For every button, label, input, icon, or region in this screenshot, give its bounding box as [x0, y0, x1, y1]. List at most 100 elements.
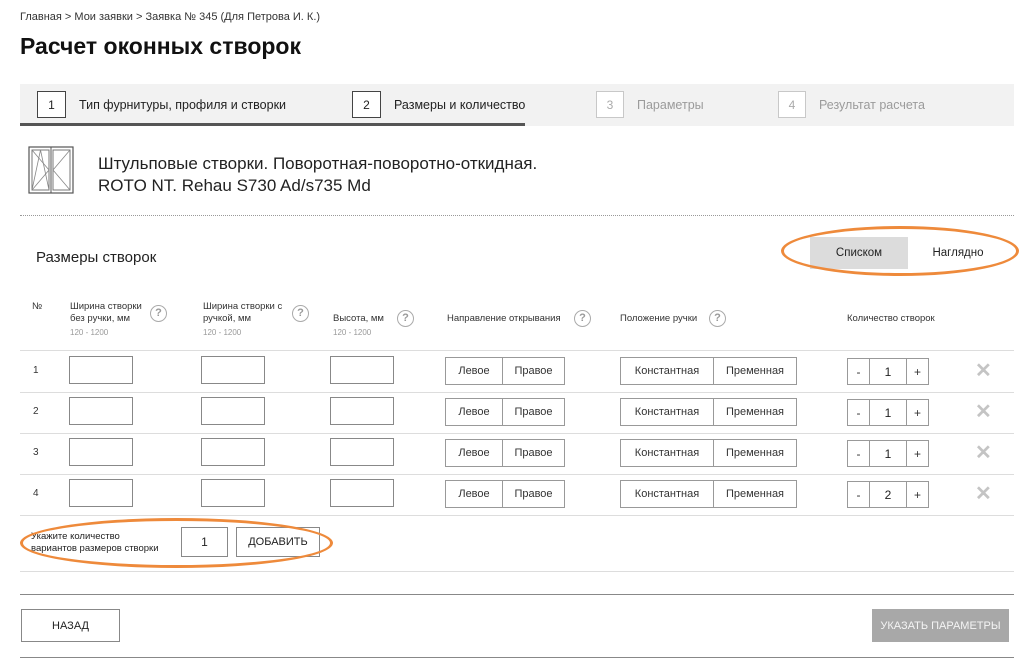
handle-constant-button[interactable]: Константная: [621, 481, 713, 507]
step-number: 4: [778, 91, 806, 118]
handle-toggle: Константная Пременная: [620, 398, 797, 426]
step-label: Параметры: [637, 97, 704, 112]
col-num: №: [32, 301, 43, 312]
handle-temporary-button[interactable]: Пременная: [713, 481, 796, 507]
handle-temporary-button[interactable]: Пременная: [713, 440, 796, 466]
step-number: 2: [352, 91, 381, 118]
product-type: Штульповые створки. Поворотная-поворотно…: [98, 154, 538, 173]
col-handle-position: Положение ручки: [620, 313, 698, 324]
quantity-value[interactable]: 1: [869, 441, 907, 466]
direction-right-button[interactable]: Правое: [502, 358, 564, 384]
width-no-handle-input[interactable]: [69, 479, 133, 507]
direction-right-button[interactable]: Правое: [502, 399, 564, 425]
table-row: 4 Левое Правое Константная Пременная - 2…: [20, 474, 1014, 515]
help-icon[interactable]: ?: [397, 310, 414, 327]
height-input[interactable]: [330, 438, 394, 466]
decrement-button[interactable]: -: [848, 441, 869, 466]
delete-icon[interactable]: ✕: [975, 484, 992, 504]
col-width-no-handle: Ширина створки без ручки, мм 120 - 1200: [70, 301, 150, 339]
direction-toggle: Левое Правое: [445, 357, 565, 385]
product-description: Штульповые створки. Поворотная-поворотно…: [98, 153, 537, 197]
col-range: 120 - 1200: [203, 328, 242, 337]
handle-toggle: Константная Пременная: [620, 480, 797, 508]
back-button[interactable]: НАЗАД: [21, 609, 120, 642]
row-number: 3: [33, 447, 39, 458]
help-icon[interactable]: ?: [150, 305, 167, 322]
view-visual-button[interactable]: Наглядно: [908, 237, 1008, 269]
quantity-value[interactable]: 1: [869, 400, 907, 425]
divider: [20, 215, 1014, 216]
step-number: 3: [596, 91, 624, 118]
variants-count-input[interactable]: 1: [181, 527, 228, 557]
width-no-handle-input[interactable]: [69, 438, 133, 466]
handle-toggle: Константная Пременная: [620, 357, 797, 385]
width-no-handle-input[interactable]: [69, 397, 133, 425]
help-icon[interactable]: ?: [709, 310, 726, 327]
col-direction: Направление открывания: [447, 313, 561, 324]
row-number: 4: [33, 488, 39, 499]
decrement-button[interactable]: -: [848, 400, 869, 425]
direction-left-button[interactable]: Левое: [446, 399, 502, 425]
width-no-handle-input[interactable]: [69, 356, 133, 384]
table-row: 3 Левое Правое Константная Пременная - 1…: [20, 433, 1014, 474]
width-handle-input[interactable]: [201, 479, 265, 507]
direction-left-button[interactable]: Левое: [446, 481, 502, 507]
decrement-button[interactable]: -: [848, 359, 869, 384]
direction-toggle: Левое Правое: [445, 480, 565, 508]
height-input[interactable]: [330, 397, 394, 425]
increment-button[interactable]: +: [907, 441, 928, 466]
add-variants-label: Укажите количество вариантов размеров ст…: [31, 531, 159, 555]
col-range: 120 - 1200: [70, 328, 109, 337]
quantity-value[interactable]: 1: [869, 359, 907, 384]
width-handle-input[interactable]: [201, 438, 265, 466]
divider: [20, 657, 1014, 658]
view-list-button[interactable]: Списком: [810, 237, 908, 269]
direction-toggle: Левое Правое: [445, 398, 565, 426]
handle-constant-button[interactable]: Константная: [621, 440, 713, 466]
table-row: 1 Левое Правое Константная Пременная - 1…: [20, 351, 1014, 392]
delete-icon[interactable]: ✕: [975, 361, 992, 381]
row-divider: [20, 515, 1014, 516]
quantity-stepper: - 1 +: [847, 399, 929, 426]
step-label: Размеры и количество: [394, 97, 526, 112]
width-handle-input[interactable]: [201, 397, 265, 425]
direction-right-button[interactable]: Правое: [502, 440, 564, 466]
delete-icon[interactable]: ✕: [975, 443, 992, 463]
handle-temporary-button[interactable]: Пременная: [713, 358, 796, 384]
step-4: 4 Результат расчета: [778, 91, 925, 118]
step-label: Результат расчета: [819, 97, 925, 112]
width-handle-input[interactable]: [201, 356, 265, 384]
height-input[interactable]: [330, 356, 394, 384]
handle-toggle: Константная Пременная: [620, 439, 797, 467]
breadcrumb[interactable]: Главная > Мои заявки > Заявка № 345 (Для…: [20, 11, 320, 23]
handle-constant-button[interactable]: Константная: [621, 358, 713, 384]
help-icon[interactable]: ?: [574, 310, 591, 327]
divider: [20, 594, 1014, 595]
direction-right-button[interactable]: Правое: [502, 481, 564, 507]
decrement-button[interactable]: -: [848, 482, 869, 507]
help-icon[interactable]: ?: [292, 305, 309, 322]
handle-temporary-button[interactable]: Пременная: [713, 399, 796, 425]
height-input[interactable]: [330, 479, 394, 507]
col-label: Ширина створки с ручкой, мм: [203, 301, 283, 324]
step-label: Тип фурнитуры, профиля и створки: [79, 97, 287, 112]
specify-parameters-button[interactable]: УКАЗАТЬ ПАРАМЕТРЫ: [872, 609, 1009, 642]
step-1[interactable]: 1 Тип фурнитуры, профиля и створки: [37, 91, 286, 118]
add-button[interactable]: ДОБАВИТЬ: [236, 527, 320, 557]
delete-icon[interactable]: ✕: [975, 402, 992, 422]
col-height: Высота, мм 120 - 1200: [333, 313, 403, 339]
direction-left-button[interactable]: Левое: [446, 440, 502, 466]
quantity-stepper: - 2 +: [847, 481, 929, 508]
col-label: Ширина створки без ручки, мм: [70, 301, 142, 324]
handle-constant-button[interactable]: Константная: [621, 399, 713, 425]
increment-button[interactable]: +: [907, 359, 928, 384]
quantity-value[interactable]: 2: [869, 482, 907, 507]
window-sash-icon: [28, 146, 74, 194]
direction-left-button[interactable]: Левое: [446, 358, 502, 384]
increment-button[interactable]: +: [907, 400, 928, 425]
step-2[interactable]: 2 Размеры и количество: [352, 91, 525, 118]
product-system: ROTO NT. Rehau S730 Ad/s735 Md: [98, 176, 371, 195]
col-label: Высота, мм: [333, 313, 384, 324]
view-toggle: Списком Наглядно: [810, 237, 1008, 269]
increment-button[interactable]: +: [907, 482, 928, 507]
